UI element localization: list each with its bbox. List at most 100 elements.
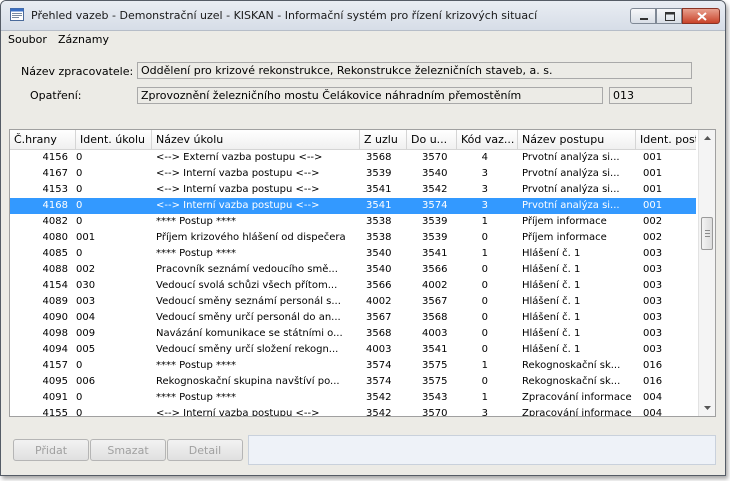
cell-ident-ukolu: 004 — [76, 312, 96, 323]
cell-do-uzlu: 3542 — [422, 184, 448, 195]
cell-ident-ukolu: 0 — [76, 248, 83, 259]
cell-nazev-ukolu: **** Postup **** — [156, 360, 236, 371]
menu-soubor[interactable]: Soubor — [8, 33, 47, 46]
table-row[interactable]: 4154 030 Vedoucí svolá schůzi všech přítom… — [10, 278, 696, 294]
cell-ident-ukolu: 001 — [76, 232, 96, 243]
cell-z-uzlu: 3542 — [366, 408, 392, 417]
cell-nazev-postupu: Hlášení č. 1 — [522, 296, 581, 307]
cell-kod-vazby: 0 — [481, 232, 488, 243]
cell-z-uzlu: 3542 — [366, 392, 392, 403]
cell-nazev-ukolu: <--> Externí vazba postupu <--> — [156, 152, 323, 163]
maximize-button[interactable] — [656, 8, 682, 24]
column-header-c-hrany[interactable]: Č.hrany — [10, 130, 76, 149]
menu-zaznamy[interactable]: Záznamy — [58, 33, 109, 46]
zpracovatel-field: Oddělení pro krizové rekonstrukce, Rekon… — [137, 62, 692, 79]
cell-z-uzlu: 3574 — [366, 376, 392, 387]
table-row[interactable]: 4156 0 <--> Externí vazba postupu <--> 3568… — [10, 150, 696, 166]
cell-nazev-postupu: Hlášení č. 1 — [522, 280, 581, 291]
cell-nazev-postupu: Příjem informace — [522, 232, 607, 243]
links-table[interactable]: Č.hrany Ident. úkolu Název úkolu Z uzlu … — [9, 129, 716, 417]
table-row[interactable]: 4155 0 <--> Interní vazba postupu <--> 3542… — [10, 406, 696, 417]
main-window: Přehled vazeb - Demonstrační uzel - KISK… — [0, 0, 726, 476]
minimize-icon — [640, 18, 648, 20]
cell-ident-ukolu: 0 — [76, 168, 83, 179]
cell-kod-vazby: 3 — [481, 184, 488, 195]
table-row[interactable]: 4157 0 **** Postup **** 3574 3575 1 Rekognoska… — [10, 358, 696, 374]
cell-z-uzlu: 3541 — [366, 184, 392, 195]
table-row[interactable]: 4091 0 **** Postup **** 3542 3543 1 Zpracování… — [10, 390, 696, 406]
detail-button[interactable]: Detail — [167, 439, 243, 461]
table-row[interactable]: 4080 001 Příjem krizového hlášení od dispe… — [10, 230, 696, 246]
scroll-down-icon[interactable] — [699, 399, 716, 416]
column-header-ident-postupu[interactable]: Ident. post — [636, 130, 696, 149]
cell-nazev-postupu: Hlášení č. 1 — [522, 264, 581, 275]
cell-ident-postupu: 003 — [643, 296, 663, 307]
cell-c-hrany: 4098 — [42, 328, 68, 339]
table-row[interactable]: 4094 005 Vedoucí směny určí složení rekogn… — [10, 342, 696, 358]
window-title: Přehled vazeb - Demonstrační uzel - KISK… — [31, 9, 538, 22]
minimize-button[interactable] — [630, 8, 656, 24]
cell-nazev-postupu: Rekognoskační sk... — [522, 360, 621, 371]
column-header-kod-vazby[interactable]: Kód vaz... — [457, 130, 518, 149]
table-row[interactable]: 4089 003 Vedoucí směny seznámí personál s.… — [10, 294, 696, 310]
cell-z-uzlu: 3541 — [366, 200, 392, 211]
cell-ident-postupu: 003 — [643, 280, 663, 291]
table-row[interactable]: 4082 0 **** Postup **** 3538 3539 1 Příjem inf… — [10, 214, 696, 230]
cell-ident-ukolu: 006 — [76, 376, 96, 387]
cell-do-uzlu: 3570 — [422, 152, 448, 163]
cell-z-uzlu: 4002 — [366, 296, 392, 307]
column-header-nazev-ukolu[interactable]: Název úkolu — [152, 130, 360, 149]
cell-ident-ukolu: 0 — [76, 152, 83, 163]
cell-c-hrany: 4154 — [42, 280, 68, 291]
table-body: 4156 0 <--> Externí vazba postupu <--> 3568… — [10, 150, 696, 417]
table-row[interactable]: 4153 0 <--> Interní vazba postupu <--> 3541… — [10, 182, 696, 198]
cell-ident-postupu: 002 — [643, 232, 663, 243]
delete-button[interactable]: Smazat — [90, 439, 166, 461]
cell-nazev-ukolu: Rekognoskační skupina navštíví po... — [156, 376, 340, 387]
close-icon — [697, 12, 707, 21]
cell-nazev-ukolu: **** Postup **** — [156, 248, 236, 259]
title-bar[interactable]: Přehled vazeb - Demonstrační uzel - KISK… — [1, 1, 725, 31]
cell-ident-postupu: 003 — [643, 344, 663, 355]
cell-z-uzlu: 3538 — [366, 216, 392, 227]
cell-nazev-ukolu: **** Postup **** — [156, 392, 236, 403]
cell-ident-ukolu: 009 — [76, 328, 96, 339]
table-row[interactable]: 4088 002 Pracovník seznámí vedoucího smě..… — [10, 262, 696, 278]
cell-ident-postupu: 001 — [643, 184, 663, 195]
cell-ident-ukolu: 005 — [76, 344, 96, 355]
add-button[interactable]: Přidat — [13, 439, 89, 461]
cell-ident-postupu: 002 — [643, 216, 663, 227]
cell-nazev-ukolu: Vedoucí svolá schůzi všech přítom... — [156, 280, 338, 291]
scroll-up-icon[interactable] — [699, 130, 716, 147]
cell-z-uzlu: 3540 — [366, 264, 392, 275]
table-row[interactable]: 4095 006 Rekognoskační skupina navštíví po… — [10, 374, 696, 390]
cell-c-hrany: 4157 — [42, 360, 68, 371]
column-header-z-uzlu[interactable]: Z uzlu — [360, 130, 407, 149]
table-row[interactable]: 4085 0 **** Postup **** 3540 3541 1 Hlášení č.… — [10, 246, 696, 262]
cell-kod-vazby: 1 — [481, 216, 488, 227]
action-bar: Přidat Smazat Detail — [9, 435, 716, 465]
column-header-nazev-postupu[interactable]: Název postupu — [518, 130, 636, 149]
scrollbar-thumb[interactable] — [701, 217, 713, 250]
cell-do-uzlu: 3575 — [422, 376, 448, 387]
cell-z-uzlu: 3574 — [366, 360, 392, 371]
cell-kod-vazby: 0 — [481, 328, 488, 339]
table-row[interactable]: 4098 009 Navázání komunikace se státními o… — [10, 326, 696, 342]
cell-c-hrany: 4155 — [42, 408, 68, 417]
column-header-do-uzlu[interactable]: Do u... — [407, 130, 457, 149]
column-header-ident-ukolu[interactable]: Ident. úkolu — [76, 130, 152, 149]
cell-kod-vazby: 0 — [481, 296, 488, 307]
cell-kod-vazby: 3 — [481, 200, 488, 211]
cell-c-hrany: 4089 — [42, 296, 68, 307]
table-row[interactable]: 4168 0 <--> Interní vazba postupu <--> 3541… — [10, 198, 696, 214]
cell-nazev-ukolu: Vedoucí směny určí personál do an... — [156, 312, 341, 323]
cell-nazev-postupu: Rekognoskační sk... — [522, 376, 621, 387]
cell-z-uzlu: 3540 — [366, 248, 392, 259]
close-button[interactable] — [682, 8, 720, 24]
vertical-scrollbar[interactable] — [698, 130, 716, 416]
cell-nazev-postupu: Hlášení č. 1 — [522, 312, 581, 323]
cell-nazev-ukolu: Navázání komunikace se státními o... — [156, 328, 343, 339]
cell-ident-postupu: 001 — [643, 168, 663, 179]
table-row[interactable]: 4167 0 <--> Interní vazba postupu <--> 3539… — [10, 166, 696, 182]
table-row[interactable]: 4090 004 Vedoucí směny určí personál do an… — [10, 310, 696, 326]
